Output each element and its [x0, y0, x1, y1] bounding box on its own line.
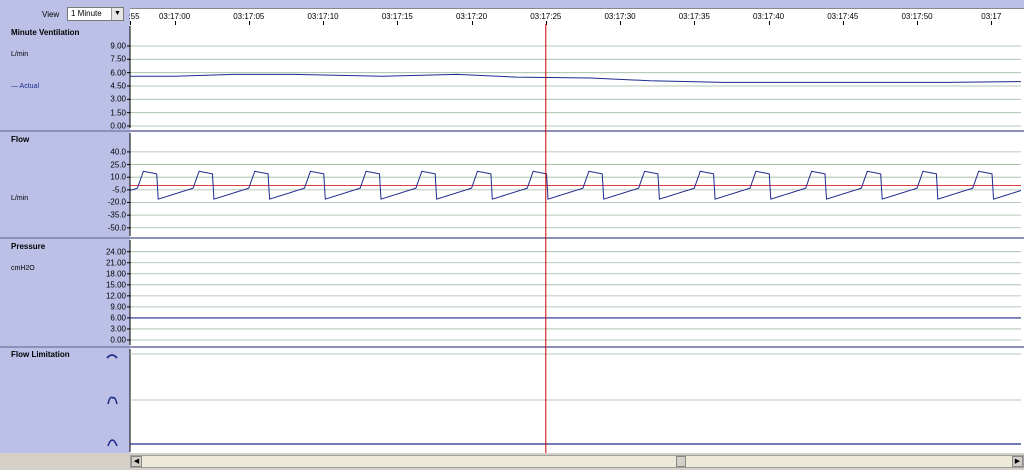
scroll-left-icon[interactable]: ◀ [131, 456, 142, 467]
round-shape-icon [107, 439, 118, 447]
series-line-actual [130, 73, 1022, 83]
flat-top-shape-icon [106, 354, 118, 359]
chart-area [106, 24, 1022, 453]
scroll-right-icon[interactable]: ▶ [1012, 456, 1023, 467]
scrollbar-track[interactable]: ◀ ▶ [130, 455, 1024, 468]
limited-shape-icon [107, 396, 118, 405]
scrollbar-thumb[interactable] [676, 456, 686, 467]
horizontal-scrollbar[interactable]: ◀ ▶ [0, 453, 1024, 470]
series-line-flow [129, 170, 1022, 200]
